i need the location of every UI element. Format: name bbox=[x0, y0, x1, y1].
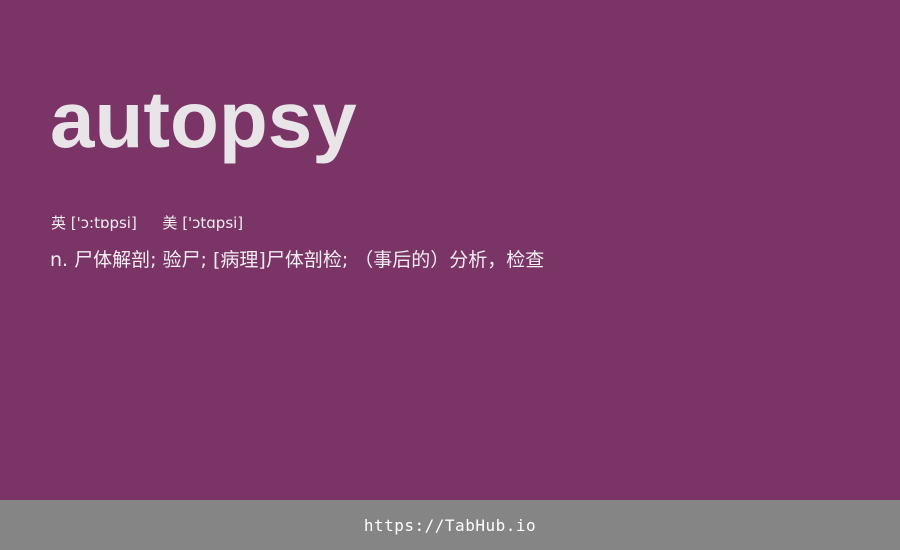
definition: n. 尸体解剖; 验尸; [病理]尸体剖检; （事后的）分析，检查 bbox=[50, 249, 545, 271]
phonetics: 英 ['ɔ:tɒpsi] 美 ['ɔtɑpsi] bbox=[51, 213, 243, 233]
word-title: autopsy bbox=[50, 75, 357, 164]
tabhub-link[interactable]: https://TabHub.io bbox=[364, 516, 536, 535]
footer-bar: https://TabHub.io bbox=[0, 500, 900, 550]
phonetic-uk-label: 英 bbox=[51, 214, 67, 232]
phonetic-us-label: 美 bbox=[162, 214, 178, 232]
phonetic-uk: ['ɔ:tɒpsi] bbox=[70, 214, 137, 232]
phonetic-us: ['ɔtɑpsi] bbox=[182, 214, 244, 232]
word-card: autopsy 英 ['ɔ:tɒpsi] 美 ['ɔtɑpsi] n. 尸体解剖… bbox=[0, 0, 900, 500]
